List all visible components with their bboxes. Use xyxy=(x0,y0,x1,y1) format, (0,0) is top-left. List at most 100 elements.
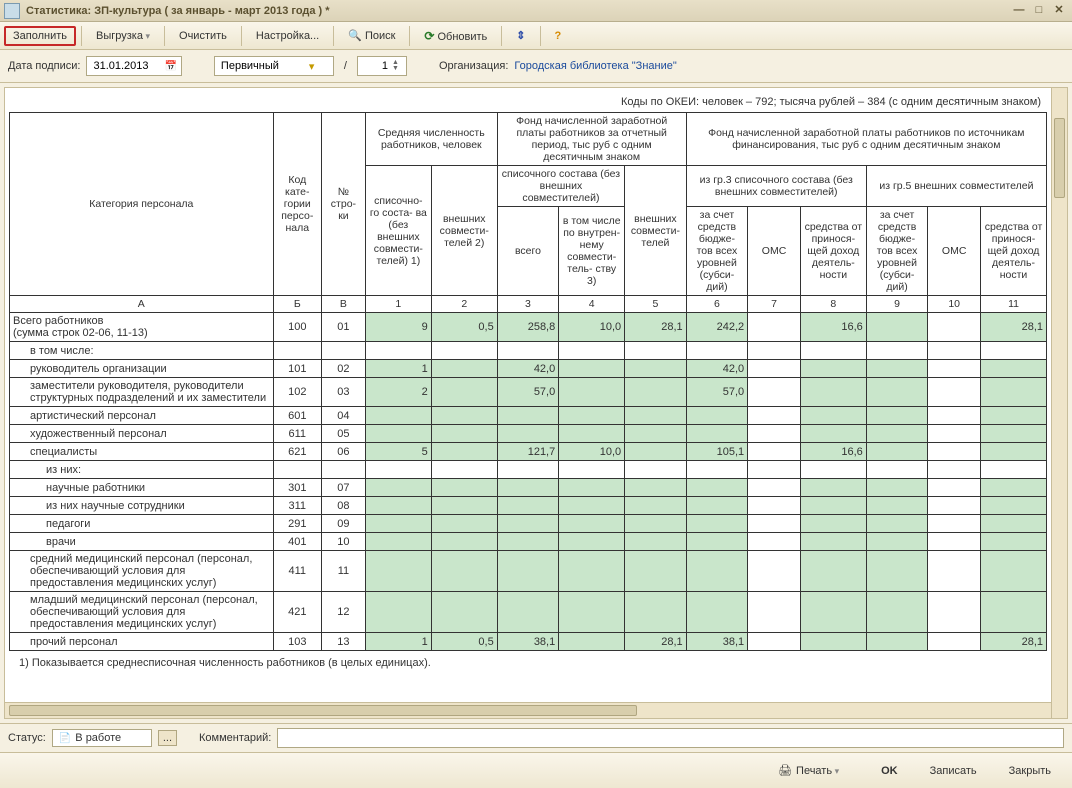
cell[interactable] xyxy=(928,479,981,497)
number-input[interactable] xyxy=(362,59,390,73)
cell[interactable] xyxy=(625,479,687,497)
cell[interactable] xyxy=(497,551,559,592)
cell[interactable] xyxy=(748,633,801,651)
cell[interactable] xyxy=(431,551,497,592)
vertical-scrollbar[interactable] xyxy=(1051,88,1067,718)
cell[interactable] xyxy=(800,407,866,425)
cell[interactable] xyxy=(625,378,687,407)
close-form-button[interactable]: Закрыть xyxy=(998,760,1062,782)
cell[interactable] xyxy=(748,407,801,425)
table-row[interactable]: Всего работников(сумма строк 02-06, 11-1… xyxy=(10,313,1047,342)
cell[interactable] xyxy=(800,479,866,497)
cell[interactable] xyxy=(686,533,748,551)
table-row[interactable]: младший медицинский персонал (персонал, … xyxy=(10,592,1047,633)
cell[interactable] xyxy=(625,425,687,443)
table-row[interactable]: из них научные сотрудники31108 xyxy=(10,497,1047,515)
cell[interactable] xyxy=(431,360,497,378)
status-picker-button[interactable]: ... xyxy=(158,730,177,746)
cell[interactable] xyxy=(981,497,1047,515)
cell[interactable]: 9 xyxy=(365,313,431,342)
cell[interactable] xyxy=(365,497,431,515)
cell[interactable]: 57,0 xyxy=(686,378,748,407)
cell[interactable] xyxy=(365,551,431,592)
cell[interactable] xyxy=(866,313,928,342)
cell[interactable] xyxy=(559,533,625,551)
cell[interactable] xyxy=(928,551,981,592)
cell[interactable] xyxy=(686,497,748,515)
cell[interactable] xyxy=(365,479,431,497)
cell[interactable] xyxy=(559,551,625,592)
cell[interactable]: 1 xyxy=(365,633,431,651)
table-row[interactable]: специалисты621065121,710,0105,116,6 xyxy=(10,443,1047,461)
cell[interactable] xyxy=(928,592,981,633)
cell[interactable] xyxy=(497,407,559,425)
cell[interactable] xyxy=(625,407,687,425)
dropdown-icon[interactable]: ▾ xyxy=(309,60,315,73)
cell[interactable] xyxy=(497,425,559,443)
cell[interactable] xyxy=(748,360,801,378)
cell[interactable] xyxy=(365,515,431,533)
print-button[interactable]: Печать xyxy=(767,759,850,782)
cell[interactable]: 121,7 xyxy=(497,443,559,461)
cell[interactable] xyxy=(686,425,748,443)
cell[interactable] xyxy=(748,479,801,497)
cell[interactable] xyxy=(559,479,625,497)
export-button[interactable]: Выгрузка xyxy=(87,26,159,46)
save-button[interactable]: Записать xyxy=(919,760,988,782)
cell[interactable] xyxy=(748,533,801,551)
cell[interactable] xyxy=(497,533,559,551)
cell[interactable]: 57,0 xyxy=(497,378,559,407)
cell[interactable]: 10,0 xyxy=(559,313,625,342)
cell[interactable] xyxy=(431,497,497,515)
cell[interactable] xyxy=(748,497,801,515)
cell[interactable] xyxy=(981,360,1047,378)
search-button[interactable]: Поиск xyxy=(339,25,404,46)
cell[interactable] xyxy=(928,443,981,461)
cell[interactable] xyxy=(866,592,928,633)
cell[interactable] xyxy=(625,533,687,551)
cell[interactable] xyxy=(748,443,801,461)
refresh-button[interactable]: Обновить xyxy=(415,25,496,47)
date-input[interactable] xyxy=(91,59,161,73)
cell[interactable] xyxy=(866,515,928,533)
table-row[interactable]: из них: xyxy=(10,461,1047,479)
help-button[interactable]: ? xyxy=(546,26,571,46)
cell[interactable]: 16,6 xyxy=(800,313,866,342)
table-row[interactable]: средний медицинский персонал (персонал, … xyxy=(10,551,1047,592)
cell[interactable] xyxy=(497,515,559,533)
comment-input[interactable] xyxy=(277,728,1064,748)
cell[interactable] xyxy=(559,360,625,378)
table-row[interactable]: прочий персонал1031310,538,128,138,128,1 xyxy=(10,633,1047,651)
cell[interactable] xyxy=(981,533,1047,551)
cell[interactable]: 1 xyxy=(365,360,431,378)
cell[interactable] xyxy=(431,407,497,425)
cell[interactable] xyxy=(800,533,866,551)
cell[interactable]: 0,5 xyxy=(431,313,497,342)
cell[interactable] xyxy=(928,497,981,515)
cell[interactable]: 28,1 xyxy=(625,313,687,342)
cell[interactable] xyxy=(981,551,1047,592)
cell[interactable] xyxy=(431,378,497,407)
cell[interactable] xyxy=(981,515,1047,533)
cell[interactable]: 5 xyxy=(365,443,431,461)
cell[interactable] xyxy=(431,592,497,633)
cell[interactable] xyxy=(981,378,1047,407)
cell[interactable] xyxy=(625,360,687,378)
cell[interactable]: 2 xyxy=(365,378,431,407)
cell[interactable] xyxy=(800,592,866,633)
sort-button[interactable]: ⇕ xyxy=(507,25,534,46)
cell[interactable] xyxy=(365,425,431,443)
cell[interactable] xyxy=(866,497,928,515)
cell[interactable] xyxy=(866,407,928,425)
cell[interactable] xyxy=(365,592,431,633)
cell[interactable] xyxy=(928,360,981,378)
cell[interactable] xyxy=(365,407,431,425)
cell[interactable] xyxy=(431,443,497,461)
cell[interactable]: 42,0 xyxy=(497,360,559,378)
horizontal-scrollbar[interactable] xyxy=(5,702,1051,718)
cell[interactable]: 28,1 xyxy=(625,633,687,651)
cell[interactable] xyxy=(981,407,1047,425)
table-row[interactable]: руководитель организации10102142,042,0 xyxy=(10,360,1047,378)
cell[interactable]: 16,6 xyxy=(800,443,866,461)
calendar-icon[interactable] xyxy=(161,60,176,72)
